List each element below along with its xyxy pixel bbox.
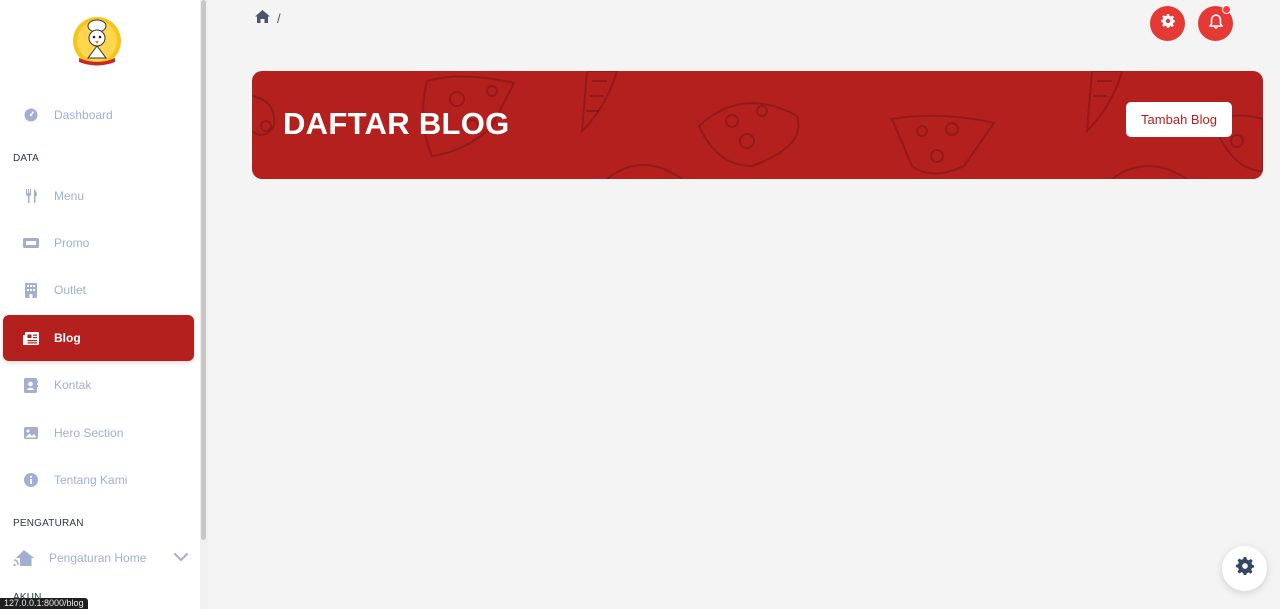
building-icon — [23, 282, 39, 298]
sidebar-group-pengaturan-home[interactable]: Pengaturan Home — [3, 538, 194, 578]
floating-settings-button[interactable] — [1222, 546, 1267, 591]
sidebar-item-menu[interactable]: Menu — [3, 173, 194, 219]
dashboard-gauge-icon — [23, 107, 39, 123]
newspaper-icon — [23, 330, 39, 346]
add-blog-button[interactable]: Tambah Blog — [1126, 102, 1232, 137]
sidebar-scrollbar-thumb[interactable] — [201, 0, 206, 540]
sidebar-item-promo[interactable]: Promo — [3, 220, 194, 266]
sidebar-item-label: Outlet — [54, 283, 87, 297]
house-signal-icon — [13, 549, 35, 567]
brand-logo[interactable] — [71, 14, 123, 68]
sidebar-item-tentang-kami[interactable]: Tentang Kami — [3, 457, 194, 503]
sidebar-scrollbar[interactable] — [200, 0, 208, 609]
contact-card-icon — [23, 377, 39, 393]
sidebar-item-label: Kontak — [54, 378, 92, 392]
sidebar-item-blog[interactable]: Blog — [3, 315, 194, 361]
section-label-pengaturan: PENGATURAN — [13, 518, 84, 529]
notifications-button[interactable] — [1198, 5, 1233, 41]
sidebar-item-label: Menu — [54, 189, 85, 203]
sidebar-item-label: Tentang Kami — [54, 473, 128, 487]
breadcrumb: / — [255, 10, 281, 26]
sidebar-item-label: Dashboard — [54, 108, 113, 122]
breadcrumb-separator: / — [277, 10, 281, 26]
page-title: DAFTAR BLOG — [283, 106, 510, 141]
sidebar-item-hero-section[interactable]: Hero Section — [3, 410, 194, 456]
utensils-icon — [23, 188, 39, 204]
sidebar-item-label: Blog — [54, 331, 81, 345]
notification-dot — [1222, 5, 1231, 14]
sidebar-item-label: Promo — [54, 236, 90, 250]
section-label-data: DATA — [13, 153, 39, 164]
sidebar-item-label: Hero Section — [54, 426, 124, 440]
sidebar: Dashboard DATA Menu Promo Outlet Blog Ko… — [0, 0, 200, 609]
page-header-banner: DAFTAR BLOG Tambah Blog — [252, 71, 1263, 179]
ticket-icon — [23, 235, 39, 251]
gear-icon — [1235, 557, 1254, 580]
sidebar-item-outlet[interactable]: Outlet — [3, 267, 194, 313]
sidebar-item-kontak[interactable]: Kontak — [3, 362, 194, 408]
chevron-down-icon[interactable] — [174, 551, 188, 565]
bell-icon — [1207, 13, 1224, 34]
image-icon — [23, 425, 39, 441]
gear-icon — [1160, 14, 1175, 33]
info-icon — [23, 472, 39, 488]
settings-button[interactable] — [1150, 6, 1185, 41]
sidebar-group-label: Pengaturan Home — [49, 551, 147, 565]
status-bar-url: 127.0.0.1:8000/blog — [0, 598, 88, 609]
sidebar-item-dashboard[interactable]: Dashboard — [3, 92, 194, 138]
home-icon[interactable] — [255, 10, 270, 26]
